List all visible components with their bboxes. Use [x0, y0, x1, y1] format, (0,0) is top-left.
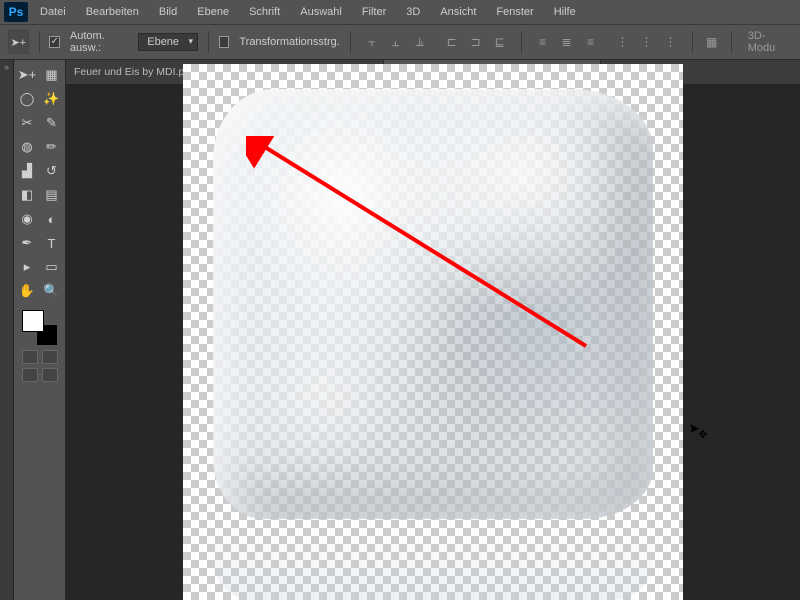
dodge-tool[interactable]: ◐ [41, 208, 63, 230]
toolbox: ➤+▦◯✨✂✎◍✏▟↺◧▤◉◐✒T▸▭✋🔍 [14, 60, 66, 600]
options-bar: ➤+ Autom. ausw.: Ebene Transformationsst… [0, 24, 800, 60]
chevron-right-icon: » [4, 62, 9, 72]
align-vcenter-icon[interactable]: ⫠ [385, 31, 407, 53]
separator [731, 31, 732, 53]
extra-button-2[interactable] [42, 368, 58, 382]
distribute-hcenter-icon[interactable]: ⋮ [636, 31, 658, 53]
distribute-left-icon[interactable]: ⋮ [612, 31, 634, 53]
menu-help[interactable]: Hilfe [544, 3, 586, 21]
distribute-right-icon[interactable]: ⋮ [660, 31, 682, 53]
menu-window[interactable]: Fenster [486, 3, 543, 21]
menu-type[interactable]: Schrift [239, 3, 290, 21]
active-tool-icon[interactable]: ➤+ [8, 30, 29, 54]
align-bottom-icon[interactable]: ⫡ [409, 31, 431, 53]
blur-tool[interactable]: ◉ [16, 208, 38, 230]
auto-select-label: Autom. ausw.: [70, 30, 128, 54]
menu-select[interactable]: Auswahl [290, 3, 352, 21]
lasso-tool[interactable]: ◯ [16, 88, 38, 110]
auto-select-dropdown[interactable]: Ebene [138, 33, 198, 51]
quickmask-button[interactable] [22, 350, 38, 364]
eyedropper-tool[interactable]: ✎ [41, 112, 63, 134]
brush-tool[interactable]: ✏ [41, 136, 63, 158]
pen-tool[interactable]: ✒ [16, 232, 38, 254]
rectangle-tool[interactable]: ▭ [41, 256, 63, 278]
separator [692, 31, 693, 53]
align-top-icon[interactable]: ⫟ [361, 31, 383, 53]
move-cursor-icon: ➤ [688, 420, 700, 437]
move-tool[interactable]: ➤+ [16, 64, 38, 86]
align-left-icon[interactable]: ⊏ [441, 31, 463, 53]
color-swatches[interactable] [22, 310, 58, 346]
auto-align-icon[interactable]: ▦ [702, 31, 721, 53]
clone-tool[interactable]: ▟ [16, 160, 38, 182]
artboard-tool[interactable]: ▦ [41, 64, 63, 86]
separator [208, 31, 209, 53]
healing-tool[interactable]: ◍ [16, 136, 38, 158]
distribute-bottom-icon[interactable]: ≡ [580, 31, 602, 53]
menu-edit[interactable]: Bearbeiten [76, 3, 149, 21]
align-group-1: ⫟ ⫠ ⫡ [361, 31, 431, 53]
transform-controls-label: Transformationsstrg. [239, 36, 339, 48]
auto-select-checkbox[interactable] [49, 36, 59, 48]
workspace: » ➤+▦◯✨✂✎◍✏▟↺◧▤◉◐✒T▸▭✋🔍 Feuer und Eis by… [0, 60, 800, 600]
magic-wand-tool[interactable]: ✨ [41, 88, 63, 110]
distribute-top-icon[interactable]: ≡ [532, 31, 554, 53]
separator [521, 31, 522, 53]
eraser-tool[interactable]: ◧ [16, 184, 38, 206]
history-brush-tool[interactable]: ↺ [41, 160, 63, 182]
distribute-group-1: ≡ ≣ ≡ [532, 31, 602, 53]
menu-bar: Datei Bearbeiten Bild Ebene Schrift Ausw… [30, 3, 586, 21]
menu-image[interactable]: Bild [149, 3, 187, 21]
path-select-tool[interactable]: ▸ [16, 256, 38, 278]
transparency-grid [183, 64, 683, 600]
3d-mode-button[interactable]: 3D-Modu [742, 28, 792, 56]
app-logo: Ps [4, 2, 28, 22]
menu-layer[interactable]: Ebene [187, 3, 239, 21]
menu-filter[interactable]: Filter [352, 3, 396, 21]
hand-tool[interactable]: ✋ [16, 280, 38, 302]
viewport[interactable] [66, 84, 800, 600]
align-hcenter-icon[interactable]: ⊐ [465, 31, 487, 53]
screenmode-button[interactable] [42, 350, 58, 364]
distribute-vcenter-icon[interactable]: ≣ [556, 31, 578, 53]
title-bar: Ps Datei Bearbeiten Bild Ebene Schrift A… [0, 0, 800, 24]
gradient-tool[interactable]: ▤ [41, 184, 63, 206]
canvas-area: Feuer und Eis by MDI.psd bei 14,1% (Mann… [66, 60, 800, 600]
panel-collapse-gutter[interactable]: » [0, 60, 14, 600]
align-group-2: ⊏ ⊐ ⊑ [441, 31, 511, 53]
transform-controls-checkbox[interactable] [219, 36, 229, 48]
align-right-icon[interactable]: ⊑ [489, 31, 511, 53]
foreground-color[interactable] [22, 310, 44, 332]
menu-3d[interactable]: 3D [396, 3, 430, 21]
extra-button-1[interactable] [22, 368, 38, 382]
crop-tool[interactable]: ✂ [16, 112, 38, 134]
menu-file[interactable]: Datei [30, 3, 76, 21]
separator [350, 31, 351, 53]
menu-view[interactable]: Ansicht [430, 3, 486, 21]
type-tool[interactable]: T [41, 232, 63, 254]
zoom-tool[interactable]: 🔍 [41, 280, 63, 302]
image-reflection [213, 510, 653, 600]
image-content [213, 89, 653, 519]
separator [39, 31, 40, 53]
distribute-group-2: ⋮ ⋮ ⋮ [612, 31, 682, 53]
